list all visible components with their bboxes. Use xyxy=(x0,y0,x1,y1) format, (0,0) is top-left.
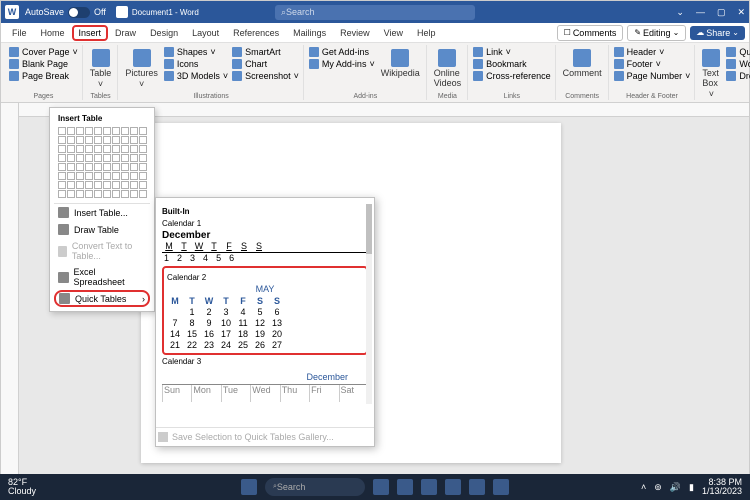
cover-page-button[interactable]: Cover Page ˅ xyxy=(9,47,78,57)
ribbon-group-tables: Table˅ Tables xyxy=(84,45,119,100)
my-addins-button[interactable]: My Add-ins ˅ xyxy=(309,59,375,69)
convert-icon xyxy=(58,246,67,257)
chart-button[interactable]: Chart xyxy=(232,59,299,69)
online-videos-button[interactable]: Online Videos xyxy=(432,47,463,90)
ribbon: Cover Page ˅ Blank Page Page Break Pages… xyxy=(1,43,749,103)
footer-button[interactable]: Footer ˅ xyxy=(614,59,691,69)
tab-design[interactable]: Design xyxy=(143,25,185,41)
smartart-button[interactable]: SmartArt xyxy=(232,47,299,57)
taskbar-app-icon[interactable] xyxy=(397,479,413,495)
ribbon-group-text: Text Box˅ Quick Parts ˅ WordArt ˅ Drop C… xyxy=(696,45,750,100)
pencil-icon xyxy=(58,224,69,235)
calendar-1-preview[interactable]: Calendar 1 December MTWTFSS 123456 xyxy=(162,219,368,260)
convert-text-menu: Convert Text to Table... xyxy=(54,238,150,264)
explorer-icon[interactable] xyxy=(421,479,437,495)
autosave-toggle[interactable]: AutoSave Off xyxy=(25,7,106,18)
table-button[interactable]: Table˅ xyxy=(88,47,114,91)
weather-widget[interactable]: 82°F Cloudy xyxy=(8,478,36,496)
draw-table-menu[interactable]: Draw Table xyxy=(54,221,150,238)
minimize-icon[interactable]: — xyxy=(696,7,705,18)
pictures-button[interactable]: Pictures˅ xyxy=(123,47,160,91)
ribbon-group-addins: Get Add-ins My Add-ins ˅ Wikipedia Add-i… xyxy=(305,45,427,100)
menu-bar: FileHomeInsertDrawDesignLayoutReferences… xyxy=(1,23,749,43)
windows-taskbar: 82°F Cloudy ⌕ Search ˄ ⊚ 🔊 ▮ 8:38 PM 1/1… xyxy=(0,474,750,500)
tab-references[interactable]: References xyxy=(226,25,286,41)
ribbon-group-illustrations: Pictures˅ Shapes ˅ Icons 3D Models ˅ Sma… xyxy=(119,45,304,100)
tab-view[interactable]: View xyxy=(377,25,410,41)
comments-button[interactable]: ☐ Comments xyxy=(557,25,624,41)
maximize-icon[interactable]: ▢ xyxy=(717,7,726,18)
tab-insert[interactable]: Insert xyxy=(72,25,109,41)
excel-spreadsheet-menu[interactable]: Excel Spreadsheet xyxy=(54,264,150,290)
share-button[interactable]: ☁ Share ⌄ xyxy=(690,26,745,40)
ribbon-group-links: Link ˅ Bookmark Cross-reference Links xyxy=(469,45,556,100)
tab-review[interactable]: Review xyxy=(333,25,377,41)
clock[interactable]: 8:38 PM 1/13/2023 xyxy=(702,478,742,496)
vertical-ruler[interactable] xyxy=(1,103,19,485)
ribbon-group-pages: Cover Page ˅ Blank Page Page Break Pages xyxy=(5,45,83,100)
taskbar-app-icon[interactable] xyxy=(493,479,509,495)
close-icon[interactable]: ✕ xyxy=(737,7,745,18)
taskbar-search[interactable]: ⌕ Search xyxy=(265,478,365,496)
quick-tables-panel: Built-In Calendar 1 December MTWTFSS 123… xyxy=(155,197,375,447)
task-view-icon[interactable] xyxy=(373,479,389,495)
battery-icon[interactable]: ▮ xyxy=(689,482,694,493)
tray-chevron-icon[interactable]: ˄ xyxy=(641,482,646,492)
link-button[interactable]: Link ˅ xyxy=(473,47,551,57)
calendar-3-preview[interactable]: Calendar 3 December SunMonTueWedThuFriSa… xyxy=(162,357,368,402)
text-box-button[interactable]: Text Box˅ xyxy=(700,47,722,101)
wikipedia-button[interactable]: Wikipedia xyxy=(379,47,422,80)
comment-button[interactable]: Comment xyxy=(561,47,604,80)
cross-reference-button[interactable]: Cross-reference xyxy=(473,71,551,81)
volume-icon[interactable]: 🔊 xyxy=(670,482,681,493)
screenshot-button[interactable]: Screenshot ˅ xyxy=(232,71,299,81)
start-icon[interactable] xyxy=(241,479,257,495)
insert-table-header: Insert Table xyxy=(54,112,150,125)
shapes-button[interactable]: Shapes ˅ xyxy=(164,47,228,57)
ribbon-group-media: Online Videos Media xyxy=(428,45,468,100)
save-selection-menu: Save Selection to Quick Tables Gallery..… xyxy=(156,427,374,446)
save-icon[interactable] xyxy=(116,6,128,18)
built-in-header: Built-In xyxy=(162,207,368,216)
excel-icon xyxy=(58,272,69,283)
quick-tables-icon xyxy=(59,293,70,304)
save-icon xyxy=(158,432,168,442)
tab-mailings[interactable]: Mailings xyxy=(286,25,333,41)
taskbar-app-icon[interactable] xyxy=(445,479,461,495)
tab-layout[interactable]: Layout xyxy=(185,25,226,41)
ribbon-group-comments: Comment Comments xyxy=(557,45,609,100)
get-addins-button[interactable]: Get Add-ins xyxy=(309,47,375,57)
tab-help[interactable]: Help xyxy=(410,25,443,41)
drop-cap-button[interactable]: Drop Cap ˅ xyxy=(726,71,750,81)
word-taskbar-icon[interactable] xyxy=(469,479,485,495)
blank-page-button[interactable]: Blank Page xyxy=(9,59,78,69)
3d-models-button[interactable]: 3D Models ˅ xyxy=(164,71,228,81)
document-title: Document1 - Word xyxy=(132,8,199,17)
quick-parts-button[interactable]: Quick Parts ˅ xyxy=(726,47,750,57)
icons-button[interactable]: Icons xyxy=(164,59,228,69)
toggle-icon[interactable] xyxy=(68,7,90,18)
word-logo-icon: W xyxy=(5,5,19,19)
page-number-button[interactable]: Page Number ˅ xyxy=(614,71,691,81)
table-icon xyxy=(58,207,69,218)
insert-table-menu[interactable]: Insert Table... xyxy=(54,204,150,221)
header-button[interactable]: Header ˅ xyxy=(614,47,691,57)
tab-home[interactable]: Home xyxy=(34,25,72,41)
calendar-2-preview[interactable]: Calendar 2 MAY MTWTFSS123456789101112131… xyxy=(162,266,368,355)
bookmark-button[interactable]: Bookmark xyxy=(473,59,551,69)
title-bar: W AutoSave Off Document1 - Word ⌕ Search… xyxy=(1,1,749,23)
table-dropdown: Insert Table Insert Table... Draw Table … xyxy=(49,107,155,312)
tab-draw[interactable]: Draw xyxy=(108,25,143,41)
tab-file[interactable]: File xyxy=(5,25,34,41)
wifi-icon[interactable]: ⊚ xyxy=(654,482,662,493)
scrollbar[interactable] xyxy=(366,204,372,404)
ribbon-options-icon[interactable]: ⌄ xyxy=(676,7,684,18)
search-input[interactable]: ⌕ Search xyxy=(275,5,475,20)
page-break-button[interactable]: Page Break xyxy=(9,71,78,81)
wordart-button[interactable]: WordArt ˅ xyxy=(726,59,750,69)
quick-tables-menu[interactable]: Quick Tables› xyxy=(54,290,150,307)
table-size-grid[interactable] xyxy=(54,125,150,200)
ribbon-group-header-footer: Header ˅ Footer ˅ Page Number ˅ Header &… xyxy=(610,45,696,100)
editing-button[interactable]: ✎ Editing ⌄ xyxy=(627,25,686,41)
